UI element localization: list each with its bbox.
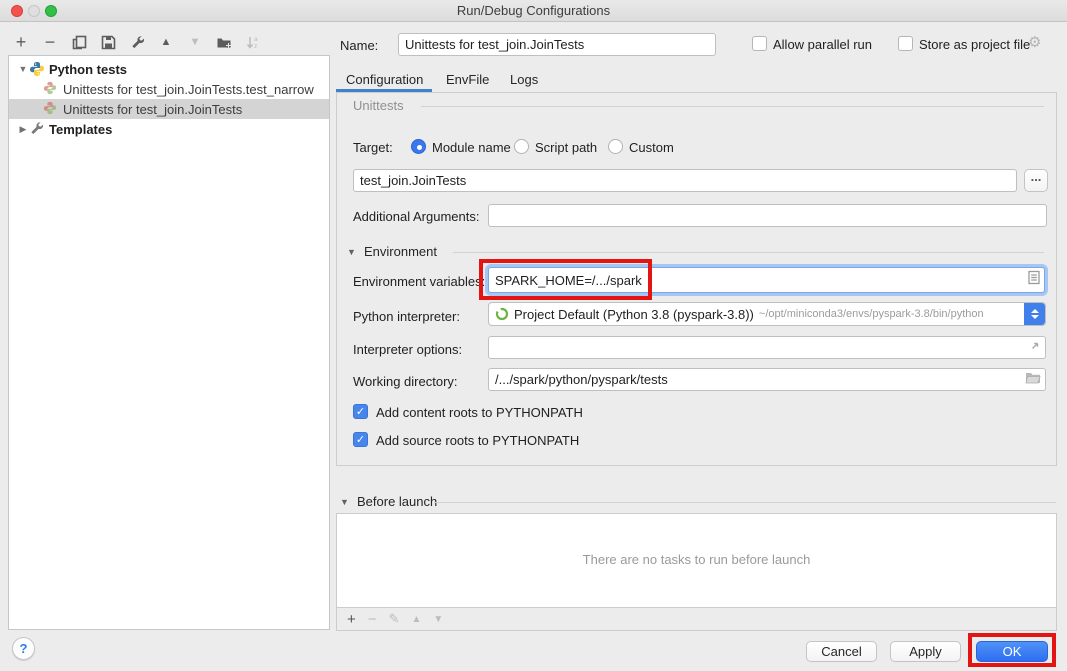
- target-script-path-label: Script path: [535, 140, 597, 155]
- python-interpreter-path: ~/opt/miniconda3/envs/pyspark-3.8/bin/py…: [759, 308, 984, 320]
- tree-item-label: Unittests for test_join.JoinTests: [63, 102, 242, 117]
- conda-environment-icon: [495, 307, 509, 321]
- environment-collapse-icon[interactable]: ▼: [347, 247, 356, 257]
- wrench-icon: [29, 121, 45, 137]
- expand-field-icon[interactable]: [1029, 339, 1041, 357]
- edit-variables-list-icon[interactable]: [1028, 271, 1040, 290]
- allow-parallel-run-checkbox[interactable]: [752, 36, 767, 51]
- tab-envfile[interactable]: EnvFile: [446, 72, 489, 87]
- edit-task-icon[interactable]: ✎: [389, 611, 400, 627]
- additional-arguments-input[interactable]: [488, 204, 1047, 227]
- working-directory-label: Working directory:: [353, 374, 458, 389]
- python-interpreter-select[interactable]: Project Default (Python 3.8 (pyspark-3.8…: [488, 302, 1046, 326]
- cancel-button[interactable]: Cancel: [806, 641, 877, 662]
- tree-item-python-tests[interactable]: ▼ Python tests: [9, 59, 329, 79]
- tree-item-label: Templates: [49, 122, 112, 137]
- python-test-icon: [43, 101, 59, 117]
- add-configuration-icon[interactable]: +: [12, 33, 30, 51]
- move-task-up-icon[interactable]: ▲: [411, 614, 421, 625]
- divider: [453, 252, 1044, 253]
- chevron-down-icon[interactable]: ▼: [17, 64, 29, 74]
- svg-text:z: z: [254, 43, 257, 50]
- copy-configuration-icon[interactable]: [70, 33, 88, 51]
- configurations-toolbar: + − ▲ ▼ az: [12, 32, 262, 52]
- target-module-name-label: Module name: [432, 140, 511, 155]
- target-custom-label: Custom: [629, 140, 674, 155]
- tab-logs[interactable]: Logs: [510, 72, 538, 87]
- target-script-path-radio[interactable]: [514, 139, 529, 154]
- tree-item-label: Python tests: [49, 62, 127, 77]
- configuration-tab-content: Unittests Target: Module name Script pat…: [336, 92, 1057, 466]
- add-content-roots-label: Add content roots to PYTHONPATH: [376, 405, 583, 420]
- apply-button[interactable]: Apply: [890, 641, 961, 662]
- add-source-roots-checkbox[interactable]: ✓: [353, 432, 368, 447]
- environment-variables-input[interactable]: [488, 267, 1045, 293]
- tree-item-templates[interactable]: ▶ Templates: [9, 119, 329, 139]
- help-button[interactable]: ?: [12, 637, 35, 660]
- python-interpreter-value: Project Default (Python 3.8 (pyspark-3.8…: [514, 307, 754, 322]
- tree-item-label: Unittests for test_join.JoinTests.test_n…: [63, 82, 314, 97]
- before-launch-empty-text: There are no tasks to run before launch: [337, 552, 1056, 567]
- environment-variables-label: Environment variables:: [353, 274, 485, 289]
- before-launch-toolbar: + − ✎ ▲ ▼: [336, 608, 1057, 631]
- move-down-icon[interactable]: ▼: [186, 33, 204, 51]
- python-interpreter-label: Python interpreter:: [353, 309, 460, 324]
- remove-task-icon[interactable]: −: [368, 611, 377, 628]
- store-as-project-file-checkbox[interactable]: [898, 36, 913, 51]
- add-task-icon[interactable]: +: [347, 611, 356, 628]
- save-configuration-icon[interactable]: [99, 33, 117, 51]
- target-custom-radio[interactable]: [608, 139, 623, 154]
- new-folder-icon[interactable]: [215, 33, 233, 51]
- name-label: Name:: [340, 38, 378, 53]
- target-input[interactable]: [353, 169, 1017, 192]
- interpreter-options-label: Interpreter options:: [353, 342, 462, 357]
- browse-button[interactable]: ...: [1024, 169, 1048, 192]
- tree-item-unittest-narrow[interactable]: Unittests for test_join.JoinTests.test_n…: [9, 79, 329, 99]
- sort-alphabetically-icon[interactable]: az: [244, 33, 262, 51]
- configurations-tree: ▼ Python tests Unittests for test_join.J…: [8, 55, 330, 630]
- gear-icon[interactable]: ⚙: [1028, 33, 1041, 51]
- name-input[interactable]: [398, 33, 716, 56]
- ok-button[interactable]: OK: [976, 641, 1048, 662]
- combo-stepper-icon[interactable]: [1024, 303, 1045, 325]
- interpreter-options-field-wrap: [488, 336, 1046, 359]
- folder-browse-icon[interactable]: [1025, 371, 1041, 389]
- chevron-right-icon[interactable]: ▶: [17, 124, 29, 135]
- target-label: Target:: [353, 140, 393, 155]
- divider: [434, 502, 1056, 503]
- target-module-name-radio[interactable]: [411, 139, 426, 154]
- edit-templates-wrench-icon[interactable]: [128, 33, 146, 51]
- tab-configuration[interactable]: Configuration: [346, 72, 423, 87]
- additional-arguments-label: Additional Arguments:: [353, 209, 479, 224]
- title-bar: Run/Debug Configurations: [0, 0, 1067, 22]
- working-directory-input[interactable]: [488, 368, 1046, 391]
- before-launch-collapse-icon[interactable]: ▼: [340, 497, 349, 507]
- before-launch-header: Before launch: [357, 494, 437, 509]
- window-title: Run/Debug Configurations: [0, 3, 1067, 18]
- tree-item-unittest-jointests[interactable]: Unittests for test_join.JoinTests: [9, 99, 329, 119]
- before-launch-task-list: There are no tasks to run before launch: [336, 513, 1057, 608]
- working-directory-field-wrap: [488, 368, 1046, 391]
- add-content-roots-checkbox[interactable]: ✓: [353, 404, 368, 419]
- environment-variables-field-wrap: [488, 267, 1045, 293]
- divider: [421, 106, 1044, 107]
- svg-text:a: a: [254, 36, 258, 43]
- move-up-icon[interactable]: ▲: [157, 33, 175, 51]
- add-source-roots-label: Add source roots to PYTHONPATH: [376, 433, 579, 448]
- remove-configuration-icon[interactable]: −: [41, 33, 59, 51]
- interpreter-options-input[interactable]: [488, 336, 1046, 359]
- allow-parallel-run-label: Allow parallel run: [773, 37, 872, 52]
- move-task-down-icon[interactable]: ▼: [433, 614, 443, 625]
- store-as-project-file-label: Store as project file: [919, 37, 1030, 52]
- python-test-icon: [43, 81, 59, 97]
- environment-section-header: Environment: [364, 244, 437, 259]
- unittests-group-label: Unittests: [353, 98, 404, 113]
- python-icon: [29, 61, 45, 77]
